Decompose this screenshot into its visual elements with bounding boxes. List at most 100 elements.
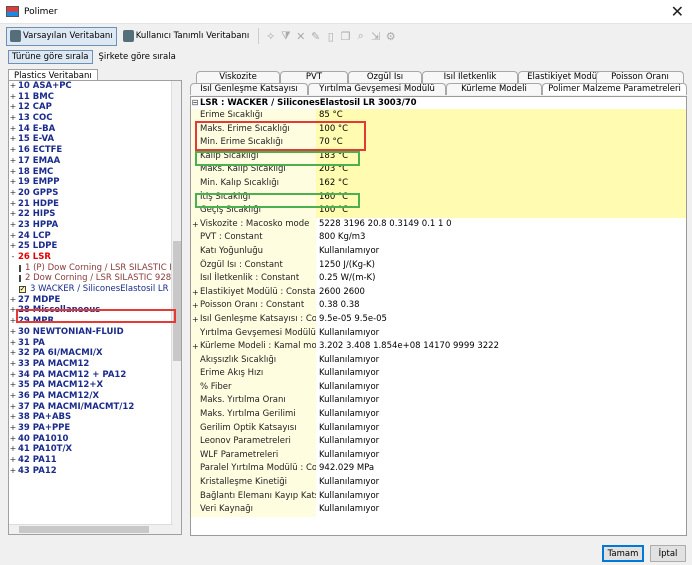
expand-icon[interactable]: + — [9, 92, 17, 103]
property-value[interactable]: Kullanılamıyor — [316, 435, 686, 449]
expand-icon[interactable]: + — [9, 124, 17, 135]
property-value[interactable]: 183 °C — [316, 149, 686, 164]
expand-icon[interactable]: + — [192, 340, 199, 354]
tree-category-item[interactable]: +14 E-BA — [9, 124, 181, 135]
expand-icon[interactable]: + — [9, 220, 17, 231]
delete-icon[interactable]: ✕ — [294, 30, 307, 43]
property-row[interactable]: Erime Akış Hızı Kullanılamıyor — [191, 367, 686, 381]
close-icon[interactable]: ✕ — [671, 2, 684, 21]
expand-icon[interactable]: + — [9, 209, 17, 220]
tab-pvt[interactable]: PVT — [280, 71, 348, 83]
expand-icon[interactable]: + — [9, 156, 17, 167]
tree-category-item[interactable]: +34 PA MACM12 + PA12 — [9, 370, 181, 381]
tab-thermal-conductivity[interactable]: Isıl İletkenlik — [422, 71, 518, 83]
property-value[interactable]: 100 °C — [316, 122, 686, 137]
checkbox[interactable] — [19, 275, 21, 283]
checkbox[interactable] — [19, 264, 21, 272]
expand-icon[interactable]: + — [9, 305, 17, 316]
property-row[interactable]: PVT : Constant 800 Kg/m3 — [191, 231, 686, 245]
property-row[interactable]: +Kürleme Modeli : Kamal model3.202 3.408… — [191, 340, 686, 354]
tree-category-item[interactable]: +41 PA10T/X — [9, 444, 181, 455]
property-row[interactable]: Katı Yoğunluğu Kullanılamıyor — [191, 244, 686, 259]
tree-category-item[interactable]: +29 MPR — [9, 316, 181, 327]
tree-category-item[interactable]: +28 Miscellaneous — [9, 305, 181, 316]
tree-vertical-scrollbar[interactable] — [171, 81, 181, 534]
property-value[interactable]: 0.38 0.38 — [316, 299, 686, 313]
property-row[interactable]: Yırtılma Gevşemesi Modülü Kullanılamıyor — [191, 326, 686, 341]
property-value[interactable]: Kullanılamıyor — [316, 421, 686, 436]
property-value[interactable]: Kullanılamıyor — [316, 489, 686, 504]
tree-horizontal-scrollbar[interactable] — [9, 524, 173, 534]
sort-by-type-button[interactable]: Türüne göre sırala — [8, 50, 93, 64]
expand-icon[interactable]: + — [9, 188, 17, 199]
expand-icon[interactable]: + — [9, 359, 17, 370]
expand-icon[interactable]: + — [9, 295, 17, 306]
cancel-button[interactable]: İptal — [650, 545, 686, 562]
expand-icon[interactable]: + — [192, 313, 199, 327]
tree-category-item[interactable]: +42 PA11 — [9, 455, 181, 466]
tab-specific-heat[interactable]: Özgül Isı — [348, 71, 422, 83]
expand-icon[interactable]: + — [9, 102, 17, 113]
property-row[interactable]: Min. Erime Sıcaklığı 70 °C — [191, 136, 686, 150]
expand-icon[interactable]: + — [9, 402, 17, 413]
property-value[interactable]: Kullanılamıyor — [316, 503, 686, 517]
tree-category-item[interactable]: +27 MDPE — [9, 295, 181, 306]
property-row[interactable]: Bağlantı Elemanı Kayıp KatsayılıKullanıl… — [191, 489, 686, 504]
property-value[interactable]: 800 Kg/m3 — [316, 231, 686, 245]
tree-category-item[interactable]: +19 EMPP — [9, 177, 181, 188]
property-value[interactable]: 5228 3196 20.8 0.3149 0.1 1 0 — [316, 217, 686, 232]
property-value[interactable]: Kullanılamıyor — [316, 448, 686, 463]
tree-material-item[interactable]: 2 Dow Corning / LSR SILASTIC 9280/5C — [9, 273, 181, 284]
property-value[interactable]: 9.5e-05 9.5e-05 — [316, 312, 686, 327]
tree-material-item[interactable]: ✓ 3 WACKER / SiliconesElastosil LR 3003 — [9, 284, 181, 295]
property-value[interactable]: 85 °C — [316, 109, 686, 123]
property-value[interactable]: 160 °C — [316, 190, 686, 205]
tab-polymer-parameters[interactable]: Polimer Malzeme Parametreleri — [542, 83, 687, 95]
expand-icon[interactable]: + — [9, 145, 17, 156]
property-row[interactable]: Veri Kaynağı Kullanılamıyor — [191, 503, 686, 517]
expand-icon[interactable]: + — [9, 412, 17, 423]
tree-category-item[interactable]: +37 PA MACMI/MACMT/12 — [9, 402, 181, 413]
export-icon[interactable]: ⇲ — [369, 30, 382, 43]
expand-icon[interactable]: + — [9, 466, 17, 477]
property-value[interactable]: 2600 2600 — [316, 285, 686, 300]
tree-category-item[interactable]: +30 NEWTONIAN-FLUID — [9, 327, 181, 338]
property-row[interactable]: + Viskozite : Macosko mode 5228 3196 20.8 … — [191, 217, 686, 232]
user-db-button[interactable]: Kullanıcı Tanımlı Veritabanı — [119, 27, 254, 46]
tree-category-item[interactable]: +35 PA MACM12+X — [9, 380, 181, 391]
property-row[interactable]: Maks. Yırtılma Oranı Kullanılamıyor — [191, 394, 686, 409]
collapse-icon[interactable]: - — [9, 252, 17, 263]
new-material-icon[interactable]: ✧ — [264, 30, 277, 43]
settings-icon[interactable]: ⚙ — [384, 30, 397, 43]
tree-category-item[interactable]: +24 LCP — [9, 231, 181, 242]
tree-category-item[interactable]: +43 PA12 — [9, 466, 181, 477]
sort-by-company-button[interactable]: Şirkete göre sırala — [95, 50, 180, 64]
tree-category-item[interactable]: +17 EMAA — [9, 156, 181, 167]
property-row[interactable]: Maks. Erime Sıcaklığı 100 °C — [191, 122, 686, 137]
expand-icon[interactable]: + — [9, 167, 17, 178]
tab-viscosity[interactable]: Viskozite — [196, 71, 280, 83]
expand-icon[interactable]: + — [9, 231, 17, 242]
property-value[interactable]: Kullanılamıyor — [316, 476, 686, 490]
tree-category-item[interactable]: +18 EMC — [9, 167, 181, 178]
tree-category-item[interactable]: +11 BMC — [9, 92, 181, 103]
edit-icon[interactable]: ✎ — [309, 30, 322, 43]
collapse-icon[interactable]: ⊟ — [191, 97, 199, 109]
property-row[interactable]: Özgül Isı : Constant 1250 J/(Kg-K) — [191, 258, 686, 273]
property-row[interactable]: Erime Sıcaklığı 85 °C — [191, 109, 686, 123]
tree-vscroll-thumb[interactable] — [173, 241, 181, 361]
expand-icon[interactable]: + — [9, 134, 17, 145]
property-value[interactable]: Kullanılamıyor — [316, 380, 686, 395]
property-row[interactable]: Maks. Kalıp Sıcaklığı 203 °C — [191, 163, 686, 177]
tree-category-item[interactable]: +10 ASA+PC — [9, 81, 181, 92]
property-value[interactable]: Kullanılamıyor — [316, 394, 686, 409]
property-value[interactable]: 942.029 MPa — [316, 462, 686, 477]
tab-poisson-ratio[interactable]: Poisson Oranı — [596, 71, 684, 83]
property-row[interactable]: % Fiber Kullanılamıyor — [191, 380, 686, 395]
property-row[interactable]: Gerilim Optik Katsayısı Kullanılamıyor — [191, 421, 686, 436]
tree-category-item[interactable]: +20 GPPS — [9, 188, 181, 199]
expand-icon[interactable]: + — [9, 199, 17, 210]
property-value[interactable]: 203 °C — [316, 163, 686, 177]
tree-material-item[interactable]: 1 (P) Dow Corning / LSR SILASTIC LC 7 — [9, 263, 181, 274]
tree-category-item[interactable]: +13 COC — [9, 113, 181, 124]
